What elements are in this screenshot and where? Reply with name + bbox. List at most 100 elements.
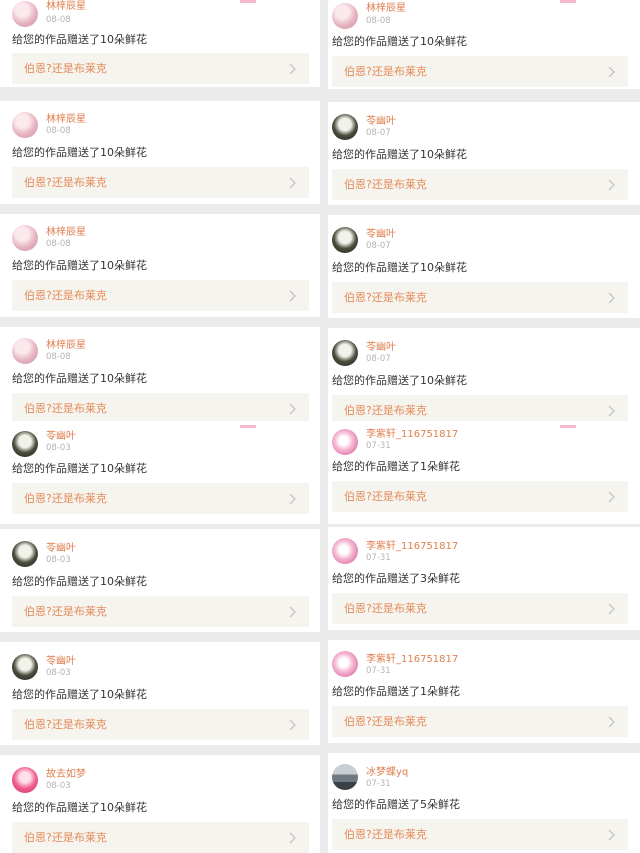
work-reference-link[interactable]: 伯恩?还是布莱克 [12,53,309,84]
avatar-flower-icon[interactable] [332,651,358,677]
work-title: 伯恩?还是布莱克 [344,715,427,728]
work-reference-link[interactable]: 伯恩?还是布莱克 [332,481,628,512]
work-reference-link[interactable]: 伯恩?还是布莱克 [12,709,309,740]
work-reference-link[interactable]: 伯恩?还是布莱克 [332,819,628,850]
notification-date: 08-03 [46,443,71,453]
notification-card: 苓幽叶 08-07 给您的作品赠送了10朵鲜花 伯恩?还是布莱克 [328,102,640,205]
sender-nickname[interactable]: 苓幽叶 [46,543,76,555]
notification-date: 08-08 [366,16,391,26]
avatar-dark-photo-icon[interactable] [12,431,38,457]
chevron-right-icon [289,606,296,618]
notification-date: 08-03 [46,781,71,791]
avatar-red-anime-icon[interactable] [12,767,38,793]
notification-date: 07-31 [366,779,391,789]
sender-nickname[interactable]: 苓幽叶 [46,656,76,668]
chevron-right-icon [289,719,296,731]
notification-card: 苓幽叶 08-07 给您的作品赠送了10朵鲜花 伯恩?还是布莱克 [328,328,640,422]
sender-nickname[interactable]: 苓幽叶 [366,116,396,128]
notification-date: 08-08 [46,15,71,25]
notification-message: 给您的作品赠送了10朵鲜花 [332,261,467,274]
work-reference-link[interactable]: 伯恩?还是布莱克 [332,282,628,313]
work-reference-link[interactable]: 伯恩?还是布莱克 [12,280,309,311]
sender-nickname[interactable]: 苓幽叶 [46,431,76,443]
avatar-flower-icon[interactable] [332,538,358,564]
work-title: 伯恩?还是布莱克 [344,404,427,417]
work-reference-link[interactable]: 伯恩?还是布莱克 [12,822,309,853]
work-reference-link[interactable]: 伯恩?还是布莱克 [332,395,628,422]
sender-nickname[interactable]: 苓幽叶 [366,342,396,354]
avatar-pink-anime-icon[interactable] [12,112,38,138]
sender-nickname[interactable]: 林梓辰星 [46,340,86,352]
pink-indicator [560,0,576,3]
sender-nickname[interactable]: 冰梦蝶yq [366,767,408,779]
notification-message: 给您的作品赠送了1朵鲜花 [332,460,460,473]
work-title: 伯恩?还是布莱克 [344,65,427,78]
notification-message: 给您的作品赠送了10朵鲜花 [332,148,467,161]
notification-message: 给您的作品赠送了10朵鲜花 [12,575,147,588]
avatar-dark-photo-icon[interactable] [332,340,358,366]
work-reference-link[interactable]: 伯恩?还是布莱克 [332,56,628,87]
notification-date: 08-03 [46,668,71,678]
notification-date: 08-08 [46,126,71,136]
sender-nickname[interactable]: 苓幽叶 [366,229,396,241]
work-title: 伯恩?还是布莱克 [24,289,107,302]
avatar-pink-anime-icon[interactable] [12,1,38,27]
notification-message: 给您的作品赠送了10朵鲜花 [12,462,147,475]
work-reference-link[interactable]: 伯恩?还是布莱克 [12,167,309,198]
chevron-right-icon [608,716,615,728]
chevron-right-icon [289,832,296,844]
sender-nickname[interactable]: 林梓辰星 [46,1,86,13]
left-notification-column: 林梓辰星 08-08 给您的作品赠送了10朵鲜花 伯恩?还是布莱克 林梓辰星 0… [0,0,320,853]
chevron-right-icon [289,63,296,75]
notification-date: 07-31 [366,553,391,563]
notification-card: 李紫轩_116751817 07-31 给您的作品赠送了1朵鲜花 伯恩?还是布莱… [328,421,640,524]
work-title: 伯恩?还是布莱克 [24,605,107,618]
avatar-scenery-icon[interactable] [332,764,358,790]
notification-message: 给您的作品赠送了10朵鲜花 [12,372,147,385]
sender-nickname[interactable]: 故去如梦 [46,769,86,781]
notification-card: 李紫轩_116751817 07-31 给您的作品赠送了1朵鲜花 伯恩?还是布莱… [328,640,640,743]
work-reference-link[interactable]: 伯恩?还是布莱克 [12,393,309,421]
sender-nickname[interactable]: 李紫轩_116751817 [366,541,458,553]
sender-nickname[interactable]: 李紫轩_116751817 [366,429,458,441]
work-title: 伯恩?还是布莱克 [24,831,107,844]
notification-date: 08-03 [46,555,71,565]
notification-message: 给您的作品赠送了10朵鲜花 [12,688,147,701]
chevron-right-icon [289,403,296,415]
notification-date: 07-31 [366,441,391,451]
right-notification-column: 林梓辰星 08-08 给您的作品赠送了10朵鲜花 伯恩?还是布莱克 苓幽叶 08… [320,0,640,853]
notification-date: 08-07 [366,241,391,251]
sender-nickname[interactable]: 林梓辰星 [366,3,406,15]
sender-nickname[interactable]: 林梓辰星 [46,227,86,239]
chevron-right-icon [289,290,296,302]
avatar-dark-photo-icon[interactable] [12,541,38,567]
work-title: 伯恩?还是布莱克 [344,178,427,191]
work-reference-link[interactable]: 伯恩?还是布莱克 [12,483,309,514]
work-title: 伯恩?还是布莱克 [344,490,427,503]
sender-nickname[interactable]: 李紫轩_116751817 [366,654,458,666]
avatar-pink-anime-icon[interactable] [12,225,38,251]
pink-indicator [240,425,256,428]
work-reference-link[interactable]: 伯恩?还是布莱克 [332,706,628,737]
notification-card: 故去如梦 08-03 给您的作品赠送了10朵鲜花 伯恩?还是布莱克 [0,755,320,853]
chevron-right-icon [608,603,615,615]
sender-nickname[interactable]: 林梓辰星 [46,114,86,126]
notification-message: 给您的作品赠送了5朵鲜花 [332,798,460,811]
avatar-pink-anime-icon[interactable] [12,338,38,364]
work-reference-link[interactable]: 伯恩?还是布莱克 [332,169,628,200]
avatar-dark-photo-icon[interactable] [332,227,358,253]
work-title: 伯恩?还是布莱克 [344,602,427,615]
avatar-dark-photo-icon[interactable] [332,114,358,140]
work-title: 伯恩?还是布莱克 [24,492,107,505]
notification-card: 林梓辰星 08-08 给您的作品赠送了10朵鲜花 伯恩?还是布莱克 [0,101,320,204]
work-reference-link[interactable]: 伯恩?还是布莱克 [12,596,309,627]
chevron-right-icon [289,493,296,505]
avatar-pink-anime-icon[interactable] [332,3,358,29]
avatar-dark-photo-icon[interactable] [12,654,38,680]
work-reference-link[interactable]: 伯恩?还是布莱克 [332,593,628,624]
avatar-flower-icon[interactable] [332,429,358,455]
chevron-right-icon [289,177,296,189]
work-title: 伯恩?还是布莱克 [344,828,427,841]
work-title: 伯恩?还是布莱克 [24,176,107,189]
notification-date: 08-08 [46,352,71,362]
